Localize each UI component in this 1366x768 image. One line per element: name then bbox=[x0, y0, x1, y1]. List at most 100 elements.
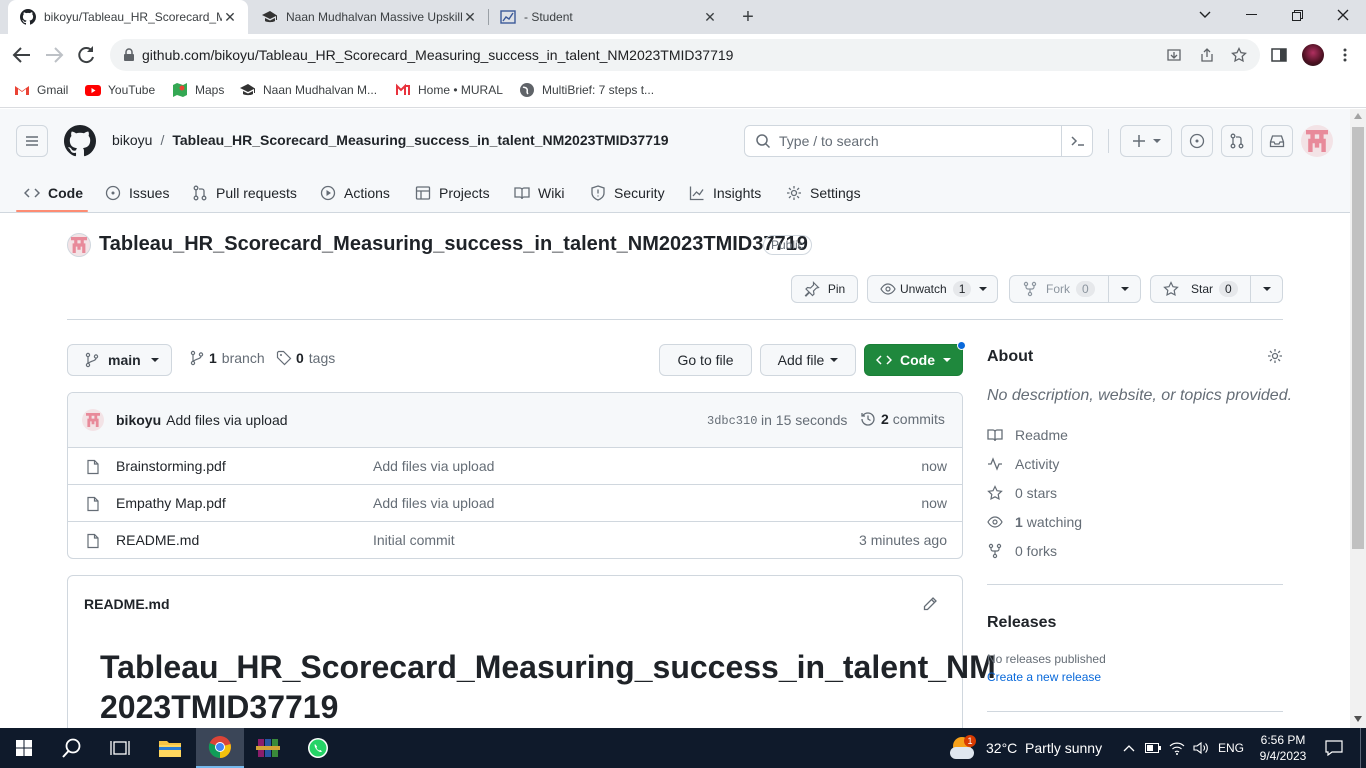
commit-author-avatar[interactable] bbox=[82, 409, 104, 431]
close-tab-icon[interactable]: ✕ bbox=[222, 9, 238, 25]
show-hidden-icons-chevron-icon[interactable] bbox=[1118, 728, 1140, 768]
battery-icon[interactable] bbox=[1142, 728, 1164, 768]
clock[interactable]: 6:56 PM 9/4/2023 bbox=[1250, 728, 1316, 768]
side-panel-icon[interactable] bbox=[1271, 47, 1287, 63]
star-button[interactable]: Star 0 bbox=[1151, 276, 1251, 302]
create-new-button[interactable] bbox=[1120, 125, 1172, 157]
scrollbar-thumb[interactable] bbox=[1352, 127, 1364, 549]
go-to-file-button[interactable]: Go to file bbox=[659, 344, 752, 376]
releases-title[interactable]: Releases bbox=[987, 614, 1056, 632]
new-tab-plus-icon[interactable]: + bbox=[736, 5, 760, 29]
bookmark-gmail[interactable]: Gmail bbox=[14, 76, 68, 104]
pencil-icon[interactable] bbox=[922, 596, 938, 612]
browser-tab-student[interactable]: - Student ✕ bbox=[488, 0, 728, 34]
back-arrow-icon[interactable] bbox=[10, 43, 34, 67]
file-name[interactable]: README.md bbox=[116, 532, 199, 548]
restore-icon[interactable] bbox=[1274, 0, 1320, 30]
chrome-menu-icon[interactable] bbox=[1337, 47, 1353, 63]
install-app-icon[interactable] bbox=[1166, 47, 1182, 63]
scroll-down-arrow-icon[interactable] bbox=[1354, 716, 1362, 722]
tab-code[interactable]: Code bbox=[24, 173, 83, 213]
address-bar[interactable]: github.com/bikoyu/Tableau_HR_Scorecard_M… bbox=[110, 39, 1260, 71]
show-desktop-strip[interactable] bbox=[1360, 728, 1361, 768]
tab-security[interactable]: Security bbox=[590, 173, 665, 213]
about-readme-link[interactable]: Readme bbox=[987, 425, 1068, 445]
issues-icon[interactable] bbox=[1181, 125, 1213, 157]
github-logo-icon[interactable] bbox=[64, 125, 96, 157]
star-dropdown[interactable] bbox=[1251, 285, 1282, 293]
tab-search-chevron-icon[interactable] bbox=[1182, 0, 1228, 30]
commit-sha[interactable]: 3dbc310 bbox=[707, 414, 757, 428]
bookmark-naan-mudhalvan[interactable]: Naan Mudhalvan M... bbox=[240, 76, 377, 104]
volume-icon[interactable] bbox=[1190, 728, 1212, 768]
tab-settings[interactable]: Settings bbox=[786, 173, 861, 213]
about-activity-link[interactable]: Activity bbox=[987, 454, 1059, 474]
winrar-icon[interactable] bbox=[244, 728, 292, 768]
repo-link[interactable]: Tableau_HR_Scorecard_Measuring_success_i… bbox=[172, 132, 668, 148]
search-input[interactable]: Type / to search bbox=[744, 125, 1093, 157]
pull-requests-icon[interactable] bbox=[1221, 125, 1253, 157]
bookmark-mural[interactable]: Home • MURAL bbox=[395, 76, 503, 104]
minimize-icon[interactable] bbox=[1228, 0, 1274, 30]
pin-button[interactable]: Pin bbox=[791, 275, 858, 303]
reload-icon[interactable] bbox=[74, 43, 98, 67]
file-row[interactable]: Empathy Map.pdf Add files via upload now bbox=[68, 484, 962, 521]
hamburger-menu-icon[interactable] bbox=[16, 125, 48, 157]
close-window-icon[interactable] bbox=[1320, 0, 1366, 30]
tags-link[interactable]: 0 tags bbox=[276, 350, 335, 366]
bookmark-maps[interactable]: Maps bbox=[172, 76, 224, 104]
file-row[interactable]: README.md Initial commit 3 minutes ago bbox=[68, 521, 962, 558]
readme-filename[interactable]: README.md bbox=[84, 596, 170, 612]
task-view-icon[interactable] bbox=[96, 728, 144, 768]
browser-tab-github[interactable]: bikoyu/Tableau_HR_Scorecard_M ✕ bbox=[8, 0, 248, 34]
commits-link[interactable]: 2 commits bbox=[860, 411, 945, 427]
about-forks-link[interactable]: 0 forks bbox=[987, 541, 1057, 561]
file-name[interactable]: Brainstorming.pdf bbox=[116, 458, 226, 474]
file-commit-message[interactable]: Add files via upload bbox=[373, 458, 494, 474]
scroll-up-arrow-icon[interactable] bbox=[1354, 113, 1362, 119]
profile-avatar[interactable] bbox=[1302, 44, 1324, 66]
code-button[interactable]: Code bbox=[864, 344, 963, 376]
close-tab-icon[interactable]: ✕ bbox=[702, 9, 718, 25]
fork-button[interactable]: Fork 0 bbox=[1010, 276, 1109, 302]
unwatch-button[interactable]: Unwatch 1 bbox=[867, 275, 998, 303]
weather-widget[interactable]: 1 32°C Partly sunny bbox=[950, 728, 1110, 768]
share-icon[interactable] bbox=[1199, 47, 1215, 63]
owner-link[interactable]: bikoyu bbox=[112, 132, 152, 148]
page-scrollbar[interactable] bbox=[1350, 109, 1366, 728]
forward-arrow-icon[interactable] bbox=[42, 43, 66, 67]
file-row[interactable]: Brainstorming.pdf Add files via upload n… bbox=[68, 447, 962, 484]
file-explorer-icon[interactable] bbox=[146, 728, 194, 768]
file-commit-message[interactable]: Add files via upload bbox=[373, 495, 494, 511]
branch-select-button[interactable]: main bbox=[67, 344, 172, 376]
notification-center-icon[interactable] bbox=[1318, 728, 1350, 768]
commit-author[interactable]: bikoyu bbox=[116, 412, 161, 428]
chrome-taskbar-icon[interactable] bbox=[196, 728, 244, 768]
file-commit-message[interactable]: Initial commit bbox=[373, 532, 455, 548]
whatsapp-icon[interactable] bbox=[294, 728, 342, 768]
gear-icon[interactable] bbox=[1267, 348, 1283, 364]
command-palette-icon[interactable] bbox=[1070, 133, 1086, 149]
bookmark-youtube[interactable]: YouTube bbox=[85, 76, 155, 104]
language-indicator[interactable]: ENG bbox=[1214, 728, 1248, 768]
bookmark-star-icon[interactable] bbox=[1231, 47, 1247, 63]
create-release-link[interactable]: Create a new release bbox=[987, 670, 1101, 684]
inbox-icon[interactable] bbox=[1261, 125, 1293, 157]
browser-tab-naan[interactable]: Naan Mudhalvan Massive Upskill ✕ bbox=[250, 0, 488, 34]
tab-wiki[interactable]: Wiki bbox=[514, 173, 564, 213]
user-avatar[interactable] bbox=[1301, 125, 1333, 157]
wifi-icon[interactable] bbox=[1166, 728, 1188, 768]
tab-issues[interactable]: Issues bbox=[105, 173, 169, 213]
url-text[interactable]: github.com/bikoyu/Tableau_HR_Scorecard_M… bbox=[142, 47, 733, 63]
file-name[interactable]: Empathy Map.pdf bbox=[116, 495, 226, 511]
tab-actions[interactable]: Actions bbox=[320, 173, 390, 213]
tab-projects[interactable]: Projects bbox=[415, 173, 490, 213]
bookmark-multibrief[interactable]: MultiBrief: 7 steps t... bbox=[519, 76, 654, 104]
about-stars-link[interactable]: 0 stars bbox=[987, 483, 1057, 503]
branches-link[interactable]: 1 branch bbox=[189, 350, 265, 366]
fork-dropdown[interactable] bbox=[1109, 285, 1140, 293]
add-file-button[interactable]: Add file bbox=[760, 344, 856, 376]
search-icon[interactable] bbox=[48, 728, 96, 768]
tab-pull-requests[interactable]: Pull requests bbox=[192, 173, 297, 213]
lock-icon[interactable] bbox=[122, 48, 136, 62]
